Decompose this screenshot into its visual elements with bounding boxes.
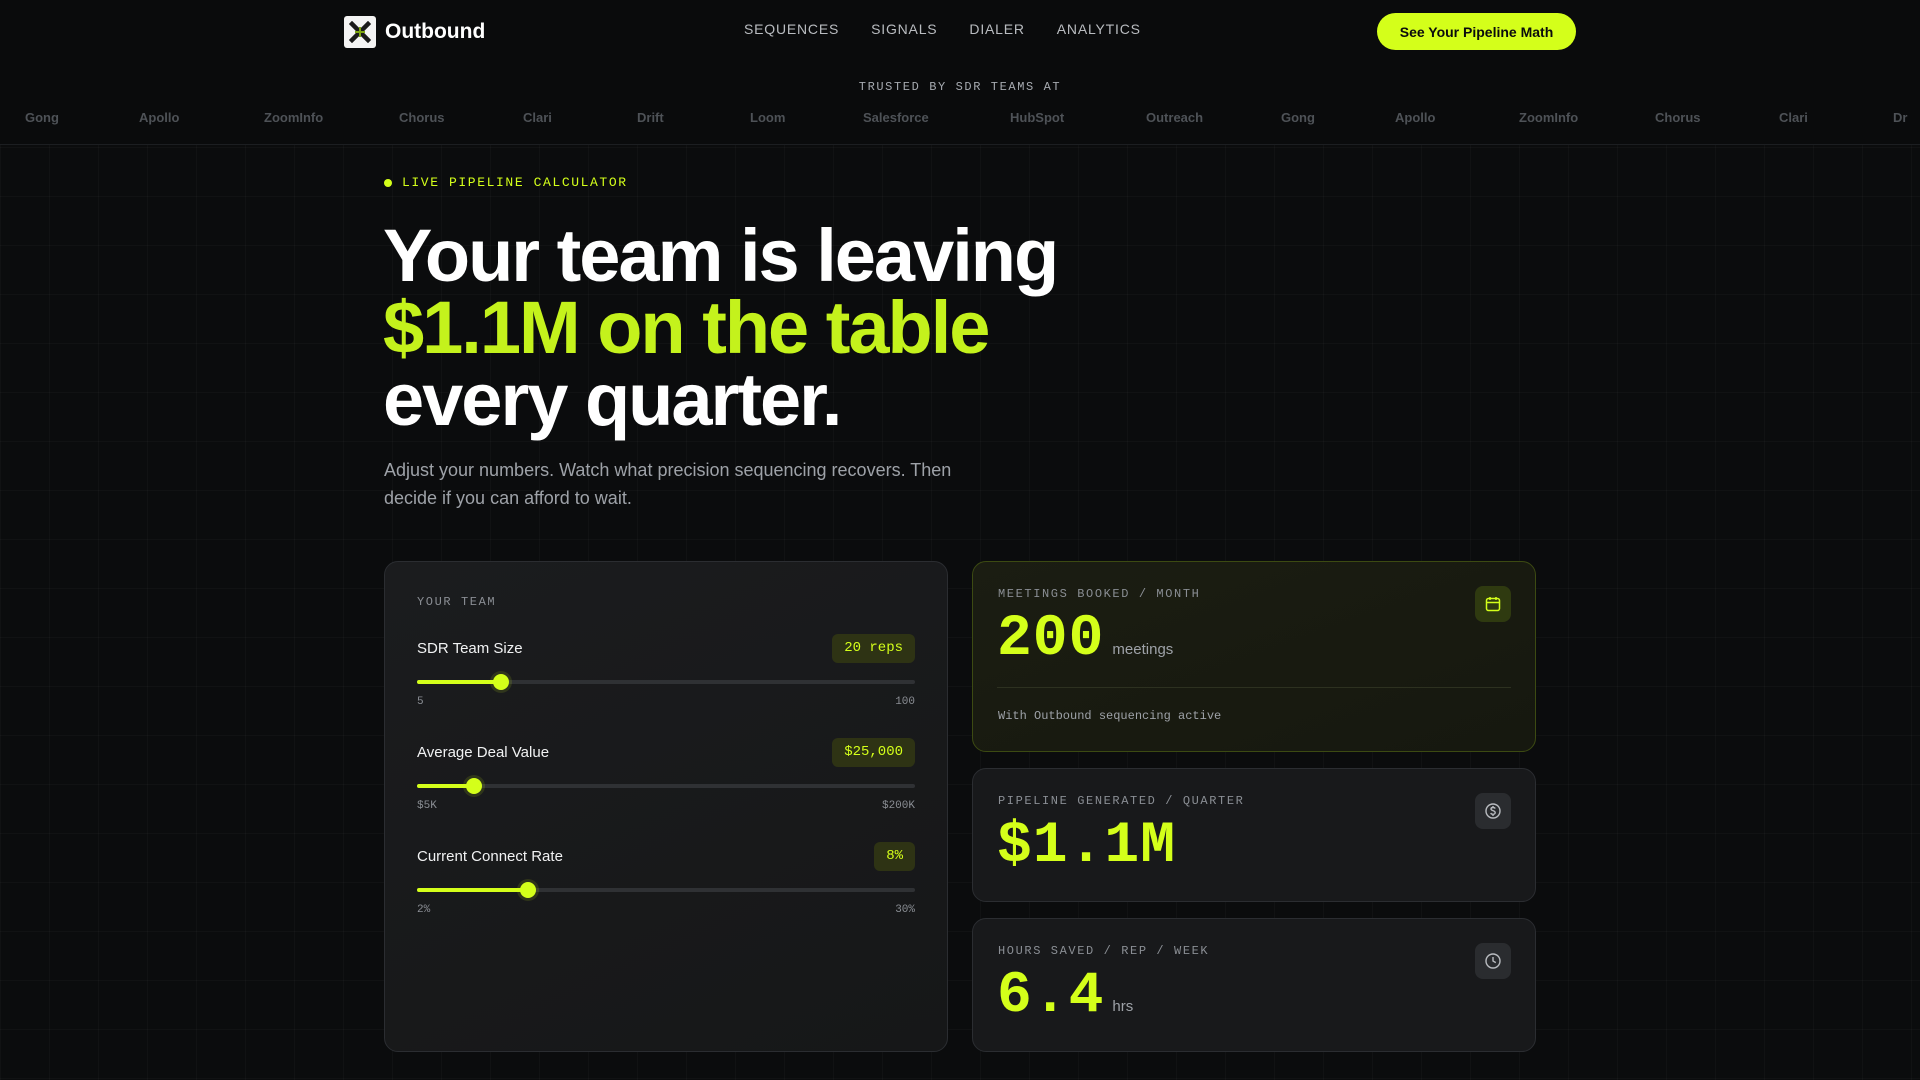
brand[interactable]: Outbound bbox=[344, 16, 485, 48]
page-title: Your team is leaving $1.1M on the table … bbox=[383, 214, 1183, 441]
logo-gong: Gong bbox=[25, 110, 59, 125]
eyebrow: LIVE PIPELINE CALCULATOR bbox=[384, 175, 628, 190]
logo-drift: Dr bbox=[1893, 110, 1908, 125]
nav-link-analytics[interactable]: ANALYTICS bbox=[1057, 21, 1141, 37]
subhead: Adjust your numbers. Watch what precisio… bbox=[384, 460, 952, 508]
slider-max: 100 bbox=[895, 696, 915, 708]
hours-unit: hrs bbox=[1112, 998, 1134, 1015]
logo-clari: Clari bbox=[523, 110, 552, 125]
logo-gong: Gong bbox=[1281, 110, 1315, 125]
slider-track[interactable] bbox=[417, 674, 915, 690]
logo-hubspot: HubSpot bbox=[1010, 110, 1065, 125]
value-chip: 8% bbox=[874, 842, 915, 871]
pipeline-value: $1.1M bbox=[997, 814, 1177, 879]
dollar-circle-icon bbox=[1475, 793, 1511, 829]
headline-line-2: $1.1M on the table bbox=[383, 286, 990, 369]
logo-chorus: Chorus bbox=[1655, 110, 1701, 125]
headline-line-1: Your team is leaving bbox=[383, 214, 1059, 297]
slider-label: Current Connect Rate bbox=[417, 848, 563, 865]
logo-loom: Loom bbox=[750, 110, 786, 125]
meetings-value: 200 bbox=[997, 607, 1105, 672]
pipeline-math-button[interactable]: See Your Pipeline Math bbox=[1377, 13, 1576, 50]
hours-label: HOURS SAVED / REP / WEEK bbox=[998, 944, 1210, 958]
meetings-card: MEETINGS BOOKED / MONTH 200 meetings With… bbox=[972, 561, 1536, 752]
meetings-note: With Outbound sequencing active bbox=[998, 709, 1222, 723]
hours-value: 6.4 bbox=[997, 964, 1105, 1029]
value-chip: 20 reps bbox=[832, 634, 915, 663]
divider bbox=[997, 687, 1511, 688]
slider-label: Average Deal Value bbox=[417, 744, 550, 761]
slider-max: $200K bbox=[881, 800, 915, 812]
nav-link-dialer[interactable]: DIALER bbox=[969, 21, 1024, 37]
slider-connect-rate: Current Connect Rate 8% 2% 30% bbox=[417, 842, 915, 916]
logo-salesforce: Salesforce bbox=[863, 110, 929, 125]
team-panel: YOUR TEAM SDR Team Size 20 reps 5 100 Av… bbox=[384, 561, 948, 1052]
outbound-logo-icon bbox=[344, 16, 376, 48]
team-panel-title: YOUR TEAM bbox=[417, 595, 497, 609]
hours-card: HOURS SAVED / REP / WEEK 6.4 hrs bbox=[972, 918, 1536, 1052]
nav-link-sequences[interactable]: SEQUENCES bbox=[744, 21, 839, 37]
slider-min: 2% bbox=[417, 904, 431, 916]
logo-apollo: Apollo bbox=[1395, 110, 1436, 125]
live-dot-icon bbox=[384, 178, 392, 187]
slider-track[interactable] bbox=[417, 882, 915, 898]
logo-marquee: Gong Apollo ZoomInfo Chorus Clari Drift … bbox=[0, 110, 1920, 130]
nav-link-signals[interactable]: SIGNALS bbox=[871, 21, 937, 37]
logo-zoominfo: ZoomInfo bbox=[1519, 110, 1579, 125]
nav-links: SEQUENCES SIGNALS DIALER ANALYTICS bbox=[744, 21, 1141, 37]
logo-outreach: Outreach bbox=[1146, 110, 1204, 125]
logo-chorus: Chorus bbox=[399, 110, 445, 125]
slider-fill bbox=[417, 680, 501, 684]
slider-min: 5 bbox=[417, 696, 424, 708]
value-chip: $25,000 bbox=[832, 738, 915, 767]
pipeline-label: PIPELINE GENERATED / QUARTER bbox=[998, 794, 1245, 808]
slider-team-size: SDR Team Size 20 reps 5 100 bbox=[417, 634, 915, 708]
slider-label: SDR Team Size bbox=[417, 640, 523, 657]
slider-thumb[interactable] bbox=[519, 882, 536, 898]
trusted-strip: TRUSTED BY SDR TEAMS AT Gong Apollo Zoom… bbox=[0, 64, 1920, 145]
meetings-value-row: 200 meetings bbox=[997, 610, 1173, 680]
calendar-icon bbox=[1475, 586, 1511, 622]
slider-track[interactable] bbox=[417, 778, 915, 794]
logo-zoominfo: ZoomInfo bbox=[264, 110, 324, 125]
meetings-unit: meetings bbox=[1112, 641, 1174, 658]
logo-clari: Clari bbox=[1779, 110, 1808, 125]
slider-thumb[interactable] bbox=[492, 674, 509, 690]
clock-icon bbox=[1475, 943, 1511, 979]
brand-name: Outbound bbox=[385, 20, 486, 43]
top-nav: Outbound SEQUENCES SIGNALS DIALER ANALYT… bbox=[0, 0, 1920, 64]
slider-fill bbox=[417, 888, 528, 892]
headline-line-3: every quarter. bbox=[383, 358, 842, 441]
logo-apollo: Apollo bbox=[139, 110, 180, 125]
hours-value-row: 6.4 hrs bbox=[997, 967, 1133, 1037]
trusted-label: TRUSTED BY SDR TEAMS AT bbox=[858, 80, 1062, 94]
eyebrow-text: LIVE PIPELINE CALCULATOR bbox=[402, 175, 628, 190]
meetings-label: MEETINGS BOOKED / MONTH bbox=[998, 587, 1201, 601]
slider-min: $5K bbox=[417, 800, 437, 812]
pipeline-card: PIPELINE GENERATED / QUARTER $1.1M bbox=[972, 768, 1536, 902]
logo-drift: Drift bbox=[637, 110, 664, 125]
slider-deal-value: Average Deal Value $25,000 $5K $200K bbox=[417, 738, 915, 812]
slider-max: 30% bbox=[895, 904, 915, 916]
slider-thumb[interactable] bbox=[465, 778, 482, 794]
